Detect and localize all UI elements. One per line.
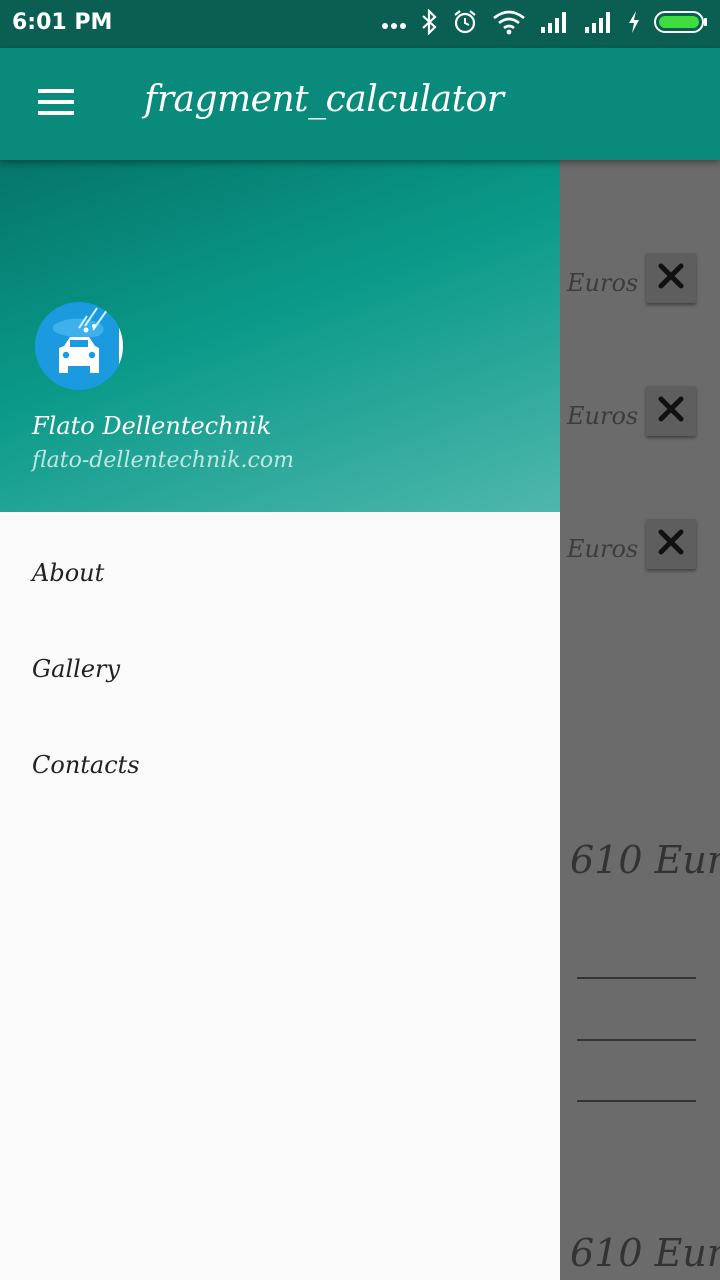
- remove-entry-button[interactable]: [646, 519, 696, 569]
- close-icon: [658, 263, 684, 293]
- bluetooth-icon: [420, 8, 438, 39]
- battery-icon: [654, 10, 708, 38]
- calculator-fragment: Euros Euros Euros 610 Euro 610 Euro: [560, 160, 720, 1280]
- signal-icon: [540, 11, 570, 37]
- drawer-item-gallery[interactable]: Gallery: [0, 625, 560, 721]
- status-bar: 6:01 PM: [0, 0, 720, 48]
- drawer-item-label: Gallery: [32, 655, 121, 683]
- divider: [577, 1100, 696, 1102]
- charging-icon: [628, 11, 640, 37]
- alarm-icon: [452, 9, 478, 39]
- close-icon: [658, 529, 684, 559]
- car-avatar-icon: [35, 302, 123, 390]
- navigation-drawer: Flato Dellentechnik flato-dellentechnik.…: [0, 160, 560, 1280]
- total-amount: 610 Euro: [570, 1231, 720, 1275]
- status-time: 6:01 PM: [12, 10, 113, 35]
- divider: [577, 977, 696, 979]
- signal-icon: [584, 11, 614, 37]
- menu-button[interactable]: [24, 76, 88, 132]
- account-email: flato-dellentechnik.com: [32, 448, 294, 473]
- account-name: Flato Dellentechnik: [32, 412, 272, 440]
- app-bar: fragment_calculator: [0, 48, 720, 160]
- drawer-item-contacts[interactable]: Contacts: [0, 721, 560, 817]
- drawer-item-label: About: [32, 559, 105, 587]
- more-dots-icon: [382, 15, 406, 34]
- entry-row: Euros: [560, 253, 720, 313]
- entry-row: Euros: [560, 519, 720, 579]
- drawer-item-label: Contacts: [32, 751, 140, 779]
- status-icons: [382, 8, 708, 40]
- entry-row: Euros: [560, 386, 720, 446]
- hamburger-menu-icon: [36, 87, 76, 121]
- close-icon: [658, 396, 684, 426]
- drawer-header: Flato Dellentechnik flato-dellentechnik.…: [0, 160, 560, 512]
- drawer-item-about[interactable]: About: [0, 529, 560, 625]
- app-title: fragment_calculator: [144, 79, 504, 120]
- entry-unit: Euros: [567, 535, 639, 563]
- entry-unit: Euros: [567, 402, 639, 430]
- wifi-icon: [492, 9, 526, 39]
- remove-entry-button[interactable]: [646, 386, 696, 436]
- remove-entry-button[interactable]: [646, 253, 696, 303]
- entry-unit: Euros: [567, 269, 639, 297]
- total-amount: 610 Euro: [570, 838, 720, 882]
- divider: [577, 1039, 696, 1041]
